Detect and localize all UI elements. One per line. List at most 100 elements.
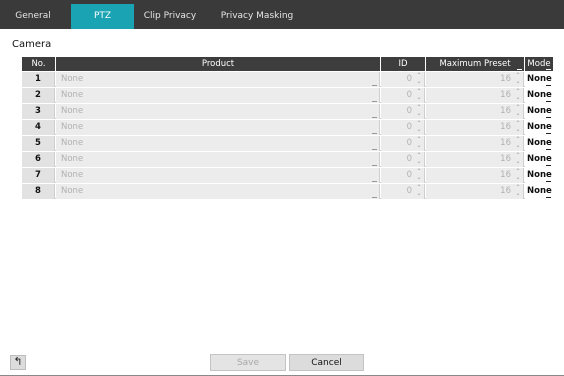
product-select[interactable]: None: [56, 152, 380, 167]
mode-select[interactable]: None: [525, 136, 553, 151]
id-spinbox[interactable]: 0 ⌃ ⌄: [381, 152, 425, 167]
max-preset-value: 16: [500, 122, 511, 132]
mode-select[interactable]: None: [525, 152, 553, 167]
max-preset-value: 16: [500, 90, 511, 100]
dropdown-marker-icon: [546, 181, 551, 182]
spinner-arrows-icon[interactable]: ⌃ ⌄: [416, 121, 422, 133]
mode-value: None: [527, 186, 552, 196]
mode-select[interactable]: None: [525, 72, 553, 87]
table-row: 2 None 0 ⌃ ⌄ 16 ⌃ ⌄ None: [22, 88, 553, 103]
max-preset-value: 16: [500, 74, 511, 84]
dropdown-marker-icon: [546, 117, 551, 118]
mode-value: None: [527, 122, 552, 132]
max-preset-spinbox[interactable]: 16 ⌃ ⌄: [426, 120, 524, 135]
mode-select[interactable]: None: [525, 104, 553, 119]
table-row: 5 None 0 ⌃ ⌄ 16 ⌃ ⌄ None: [22, 136, 553, 151]
dropdown-marker-icon: [517, 69, 522, 70]
table-row: 8 None 0 ⌃ ⌄ 16 ⌃ ⌄ None: [22, 184, 553, 199]
spinner-arrows-icon[interactable]: ⌃ ⌄: [515, 121, 521, 133]
table-row: 7 None 0 ⌃ ⌄ 16 ⌃ ⌄ None: [22, 168, 553, 183]
id-spinbox[interactable]: 0 ⌃ ⌄: [381, 88, 425, 103]
spinner-arrows-icon[interactable]: ⌃ ⌄: [416, 185, 422, 197]
dropdown-marker-icon: [546, 165, 551, 166]
spinner-arrows-icon[interactable]: ⌃ ⌄: [515, 153, 521, 165]
id-value: 0: [406, 106, 412, 116]
mode-select[interactable]: None: [525, 88, 553, 103]
spinner-arrows-icon[interactable]: ⌃ ⌄: [515, 73, 521, 85]
column-header-maximum-preset[interactable]: Maximum Preset: [426, 57, 524, 71]
spinner-arrows-icon[interactable]: ⌃ ⌄: [515, 137, 521, 149]
id-spinbox[interactable]: 0 ⌃ ⌄: [381, 136, 425, 151]
product-value: None: [61, 90, 84, 100]
cancel-button[interactable]: Cancel: [289, 354, 364, 371]
table-row: 4 None 0 ⌃ ⌄ 16 ⌃ ⌄ None: [22, 120, 553, 135]
id-spinbox[interactable]: 0 ⌃ ⌄: [381, 72, 425, 87]
id-value: 0: [406, 170, 412, 180]
column-header-product: Product: [56, 57, 380, 71]
spinner-arrows-icon[interactable]: ⌃ ⌄: [416, 137, 422, 149]
tab-ptz[interactable]: PTZ: [71, 4, 134, 29]
product-select[interactable]: None: [56, 136, 380, 151]
table-row: 6 None 0 ⌃ ⌄ 16 ⌃ ⌄ None: [22, 152, 553, 167]
spinner-arrows-icon[interactable]: ⌃ ⌄: [416, 89, 422, 101]
dropdown-marker-icon: [372, 181, 377, 182]
back-arrow-icon: ↰: [13, 355, 23, 368]
spinner-arrows-icon[interactable]: ⌃ ⌄: [416, 73, 422, 85]
product-value: None: [61, 154, 84, 164]
spinner-arrows-icon[interactable]: ⌃ ⌄: [515, 105, 521, 117]
tab-general[interactable]: General: [4, 4, 62, 29]
max-preset-spinbox[interactable]: 16 ⌃ ⌄: [426, 168, 524, 183]
dropdown-marker-icon: [546, 101, 551, 102]
product-select[interactable]: None: [56, 168, 380, 183]
product-select[interactable]: None: [56, 184, 380, 199]
row-number: 6: [22, 152, 55, 167]
id-spinbox[interactable]: 0 ⌃ ⌄: [381, 104, 425, 119]
max-preset-spinbox[interactable]: 16 ⌃ ⌄: [426, 104, 524, 119]
max-preset-spinbox[interactable]: 16 ⌃ ⌄: [426, 152, 524, 167]
dropdown-marker-icon: [372, 133, 377, 134]
column-header-mode[interactable]: Mode: [525, 57, 553, 71]
mode-value: None: [527, 154, 552, 164]
mode-select[interactable]: None: [525, 184, 553, 199]
product-value: None: [61, 138, 84, 148]
product-select[interactable]: None: [56, 88, 380, 103]
mode-select[interactable]: None: [525, 120, 553, 135]
id-spinbox[interactable]: 0 ⌃ ⌄: [381, 184, 425, 199]
dropdown-marker-icon: [372, 197, 377, 198]
tab-privacy-masking[interactable]: Privacy Masking: [206, 4, 308, 29]
mode-select[interactable]: None: [525, 168, 553, 183]
back-button[interactable]: ↰: [10, 355, 26, 370]
column-header-id: ID: [381, 57, 425, 71]
dropdown-marker-icon: [546, 85, 551, 86]
spinner-arrows-icon[interactable]: ⌃ ⌄: [416, 169, 422, 181]
mode-value: None: [527, 170, 552, 180]
dropdown-marker-icon: [546, 69, 551, 70]
id-spinbox[interactable]: 0 ⌃ ⌄: [381, 120, 425, 135]
dropdown-marker-icon: [372, 149, 377, 150]
row-number: 7: [22, 168, 55, 183]
max-preset-value: 16: [500, 186, 511, 196]
dropdown-marker-icon: [372, 85, 377, 86]
product-value: None: [61, 106, 84, 116]
tab-clip-privacy[interactable]: Clip Privacy: [136, 4, 204, 29]
spinner-arrows-icon[interactable]: ⌃ ⌄: [416, 105, 422, 117]
product-select[interactable]: None: [56, 72, 380, 87]
max-preset-spinbox[interactable]: 16 ⌃ ⌄: [426, 88, 524, 103]
max-preset-spinbox[interactable]: 16 ⌃ ⌄: [426, 72, 524, 87]
product-select[interactable]: None: [56, 104, 380, 119]
spinner-arrows-icon[interactable]: ⌃ ⌄: [416, 153, 422, 165]
spinner-arrows-icon[interactable]: ⌃ ⌄: [515, 185, 521, 197]
product-select[interactable]: None: [56, 120, 380, 135]
id-spinbox[interactable]: 0 ⌃ ⌄: [381, 168, 425, 183]
max-preset-spinbox[interactable]: 16 ⌃ ⌄: [426, 136, 524, 151]
spinner-arrows-icon[interactable]: ⌃ ⌄: [515, 169, 521, 181]
max-preset-value: 16: [500, 154, 511, 164]
max-preset-spinbox[interactable]: 16 ⌃ ⌄: [426, 184, 524, 199]
max-preset-value: 16: [500, 170, 511, 180]
dropdown-marker-icon: [546, 197, 551, 198]
save-button[interactable]: Save: [210, 354, 286, 371]
spinner-arrows-icon[interactable]: ⌃ ⌄: [515, 89, 521, 101]
table-row: 1 None 0 ⌃ ⌄ 16 ⌃ ⌄ None: [22, 72, 553, 87]
section-title-camera: Camera: [12, 39, 52, 50]
id-value: 0: [406, 122, 412, 132]
